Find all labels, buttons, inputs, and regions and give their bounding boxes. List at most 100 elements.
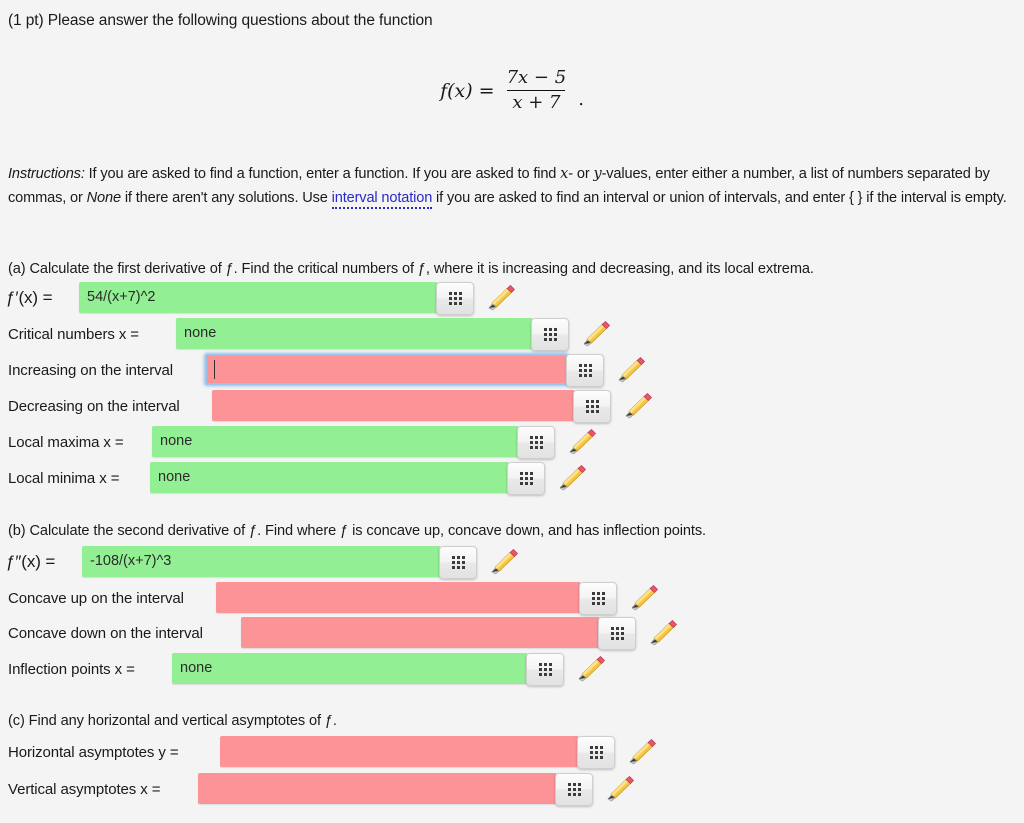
input-decreasing-interval[interactable] [212, 389, 574, 421]
instructions-none-word: None [86, 189, 121, 206]
label-horizontal-asymptotes: Horizontal asymptotes y = [8, 743, 179, 761]
field-wrapper-decreasing-interval [212, 389, 611, 423]
instructions-var-y: y [593, 165, 602, 182]
answer-row-local-maxima: Local maxima x = [8, 425, 598, 459]
grid-keyboard-button[interactable] [439, 545, 477, 579]
grid-keyboard-icon [591, 591, 605, 605]
pencil-icon[interactable] [645, 618, 679, 648]
grid-keyboard-button[interactable] [579, 581, 617, 615]
label-local-minima: Local minima x = [8, 469, 120, 487]
function-formula: f(x) = 7x − 5 x + 7 . [0, 67, 1024, 113]
grid-keyboard-button[interactable] [526, 652, 564, 686]
field-wrapper-local-maxima [152, 425, 555, 459]
input-local-maxima[interactable] [152, 425, 518, 457]
formula-numerator: 7x − 5 [506, 67, 567, 88]
grid-keyboard-button[interactable] [531, 317, 569, 351]
label-critical-numbers: Critical numbers x = [8, 325, 139, 343]
grid-keyboard-button[interactable] [566, 353, 604, 387]
answer-row-second-derivative: ƒ″(x) = [6, 545, 520, 579]
instructions-label: Instructions: [8, 166, 85, 182]
pencil-icon[interactable] [486, 547, 520, 577]
grid-keyboard-icon [538, 662, 552, 676]
grid-keyboard-icon [567, 782, 581, 796]
pencil-icon[interactable] [620, 391, 654, 421]
label-increasing-interval: Increasing on the interval [8, 361, 174, 379]
answer-row-first-derivative: ƒ′(x) = [6, 281, 517, 315]
label-first-derivative: ƒ′(x) = [6, 288, 53, 307]
label-second-derivative: ƒ″(x) = [6, 552, 56, 571]
formula-fraction: 7x − 5 x + 7 [502, 67, 572, 113]
input-vertical-asymptotes[interactable] [198, 772, 556, 804]
grid-keyboard-icon [448, 291, 462, 305]
answer-row-critical-numbers: Critical numbers x = [8, 317, 612, 351]
grid-keyboard-button[interactable] [517, 425, 555, 459]
label-decreasing-interval: Decreasing on the interval [8, 397, 180, 415]
pencil-icon[interactable] [554, 463, 588, 493]
input-second-derivative[interactable] [82, 545, 440, 577]
label-concave-up: Concave up on the interval [8, 589, 184, 607]
grid-keyboard-button[interactable] [555, 772, 593, 806]
field-wrapper-local-minima [150, 461, 545, 495]
grid-keyboard-icon [610, 626, 624, 640]
points-label: (1 pt) [8, 12, 44, 29]
section-c-heading: (c) Find any horizontal and vertical asy… [8, 713, 337, 729]
pencil-icon[interactable] [613, 355, 647, 385]
input-inflection-points[interactable] [172, 652, 527, 684]
section-b-heading: (b) Calculate the second derivative of ƒ… [8, 523, 707, 539]
interval-notation-link[interactable]: interval notation [331, 189, 432, 209]
input-local-minima[interactable] [150, 461, 508, 493]
answer-row-concave-down: Concave down on the interval [8, 616, 679, 650]
instructions-text-5: if you are asked to find an interval or … [432, 189, 1007, 206]
grid-keyboard-icon [543, 327, 557, 341]
input-first-derivative[interactable] [79, 281, 437, 313]
answer-row-vertical-asymptotes: Vertical asymptotes x = [8, 772, 636, 806]
grid-keyboard-button[interactable] [577, 735, 615, 769]
answer-row-decreasing-interval: Decreasing on the interval [8, 389, 654, 423]
field-wrapper-increasing-interval [205, 353, 604, 387]
pencil-icon[interactable] [626, 583, 660, 613]
input-concave-up[interactable] [216, 581, 580, 613]
grid-keyboard-icon [585, 399, 599, 413]
grid-keyboard-icon [519, 471, 533, 485]
pencil-icon[interactable] [483, 283, 517, 313]
grid-keyboard-button[interactable] [436, 281, 474, 315]
label-concave-down: Concave down on the interval [8, 624, 203, 642]
pencil-icon[interactable] [624, 737, 658, 767]
section-a-heading: (a) Calculate the first derivative of ƒ.… [8, 261, 814, 277]
pencil-icon[interactable] [602, 774, 636, 804]
formula-period: . [578, 89, 584, 111]
instructions-text-1: If you are asked to find a function, ent… [84, 166, 561, 182]
grid-keyboard-button[interactable] [507, 461, 545, 495]
field-wrapper-first-derivative [79, 281, 474, 315]
pencil-icon[interactable] [573, 654, 607, 684]
pencil-icon[interactable] [564, 427, 598, 457]
field-wrapper-vertical-asymptotes [198, 772, 593, 806]
field-wrapper-horizontal-asymptotes [220, 735, 615, 769]
instructions-paragraph: Instructions: If you are asked to find a… [8, 162, 1016, 210]
grid-keyboard-icon [589, 745, 603, 759]
field-wrapper-second-derivative [82, 545, 477, 579]
pencil-icon[interactable] [578, 319, 612, 349]
instructions-text-4: if there aren't any solutions. Use [120, 189, 332, 206]
formula-lhs: f(x) = [440, 79, 495, 102]
input-increasing-interval[interactable] [205, 353, 567, 385]
label-local-maxima: Local maxima x = [8, 433, 124, 451]
answer-row-horizontal-asymptotes: Horizontal asymptotes y = [8, 735, 658, 769]
label-inflection-points: Inflection points x = [8, 660, 135, 678]
input-concave-down[interactable] [241, 616, 599, 648]
answer-row-increasing-interval: Increasing on the interval [8, 353, 647, 387]
grid-keyboard-button[interactable] [573, 389, 611, 423]
input-critical-numbers[interactable] [176, 317, 532, 349]
answer-row-local-minima: Local minima x = [8, 461, 588, 495]
grid-keyboard-icon [451, 555, 465, 569]
text-cursor [214, 359, 215, 379]
grid-keyboard-button[interactable] [598, 616, 636, 650]
input-horizontal-asymptotes[interactable] [220, 735, 578, 767]
problem-page: (1 pt) Please answer the following quest… [0, 0, 1024, 823]
field-wrapper-concave-down [241, 616, 636, 650]
field-wrapper-inflection-points [172, 652, 564, 686]
grid-keyboard-icon [529, 435, 543, 449]
field-wrapper-critical-numbers [176, 317, 569, 351]
label-vertical-asymptotes: Vertical asymptotes x = [8, 780, 161, 798]
page-title: (1 pt) Please answer the following quest… [8, 11, 433, 31]
